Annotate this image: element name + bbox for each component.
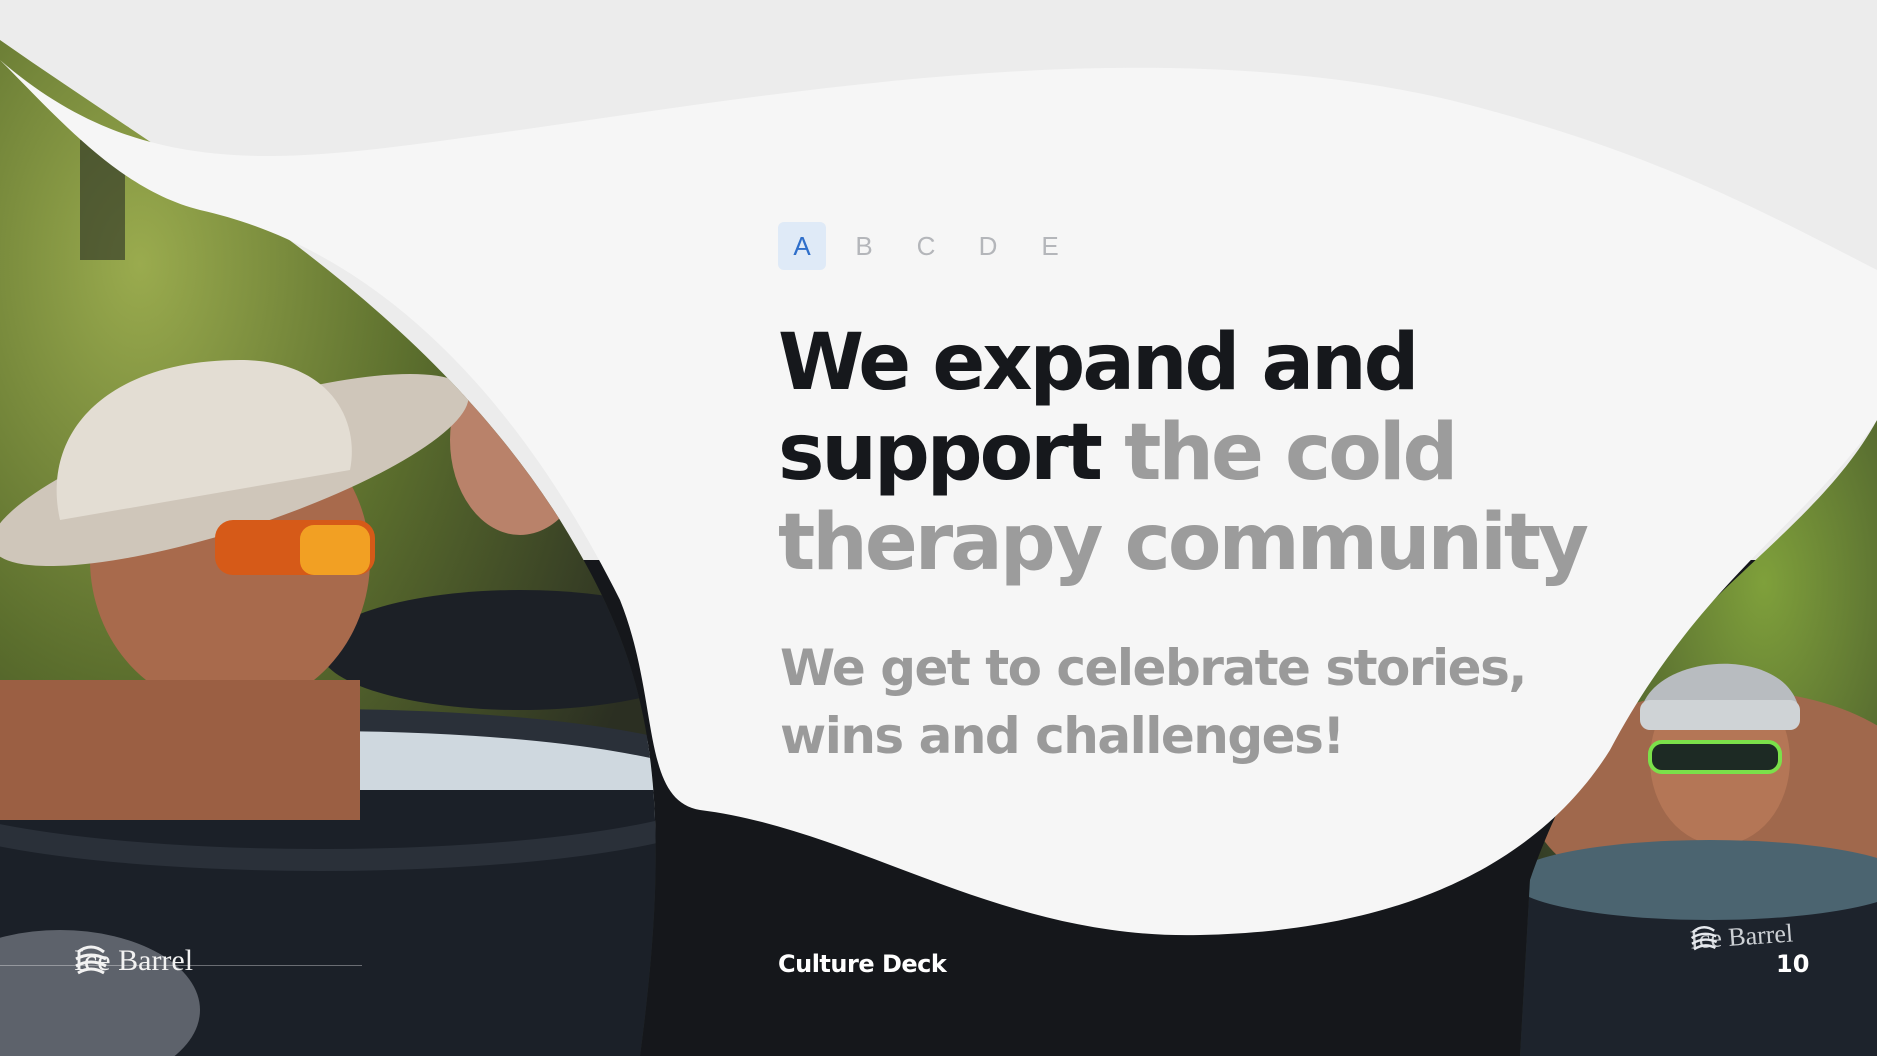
tab-b[interactable]: B: [840, 222, 888, 270]
ice-barrel-logo-icon: [1690, 926, 1718, 951]
slide: A B C D E We expand and support the cold…: [0, 0, 1877, 1056]
section-tabs: A B C D E: [778, 222, 1074, 270]
tab-d[interactable]: D: [964, 222, 1012, 270]
page-number: 10: [1776, 950, 1810, 978]
tab-e[interactable]: E: [1026, 222, 1074, 270]
page-title: We expand and support the cold therapy c…: [778, 318, 1678, 588]
subtitle: We get to celebrate stories, wins and ch…: [780, 639, 1527, 765]
tab-a[interactable]: A: [778, 222, 826, 270]
ice-barrel-logo-icon: [75, 945, 107, 975]
brand-logo: Ice Barrel: [74, 944, 193, 978]
tab-c[interactable]: C: [902, 222, 950, 270]
footer-title: Culture Deck: [778, 950, 947, 978]
